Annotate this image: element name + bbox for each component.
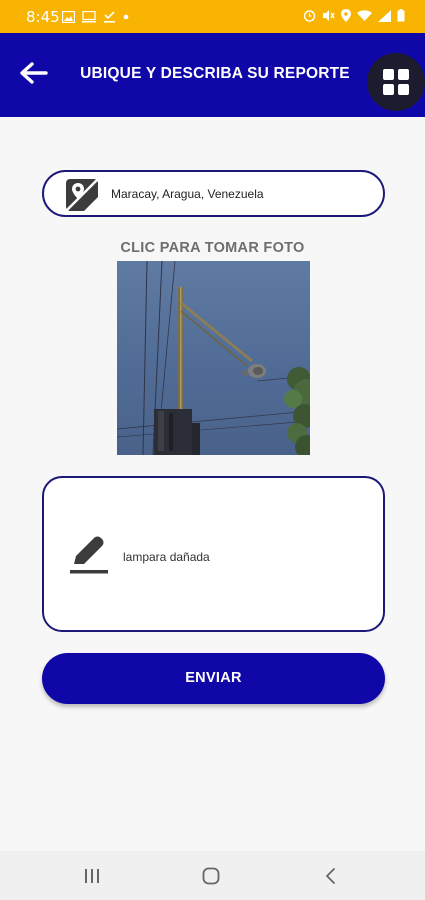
menu-button[interactable] xyxy=(367,53,425,111)
signal-icon xyxy=(378,9,391,22)
back-button[interactable] xyxy=(18,61,50,89)
status-left-icons xyxy=(62,10,129,23)
back-nav-icon xyxy=(326,868,335,884)
image-icon xyxy=(62,10,75,23)
system-nav-bar xyxy=(0,851,425,900)
location-icon xyxy=(341,9,351,22)
grid-icon xyxy=(383,69,409,95)
take-photo-label[interactable]: CLIC PARA TOMAR FOTO xyxy=(0,240,425,256)
report-photo[interactable] xyxy=(117,261,310,455)
arrow-left-icon xyxy=(20,62,48,84)
mute-icon xyxy=(323,10,335,21)
dot-icon xyxy=(123,14,129,19)
pencil-icon xyxy=(70,536,108,574)
wifi-icon xyxy=(357,9,372,21)
location-field[interactable]: Maracay, Aragua, Venezuela xyxy=(42,170,385,217)
description-value: lampara dañada xyxy=(123,550,210,564)
recents-icon xyxy=(85,869,99,883)
battery-icon xyxy=(397,9,405,22)
home-button[interactable] xyxy=(191,863,231,889)
status-time: 8:45 xyxy=(26,8,60,26)
app-header: UBIQUE Y DESCRIBA SU REPORTE xyxy=(0,33,425,117)
back-nav-button[interactable] xyxy=(310,863,350,889)
status-right-icons xyxy=(303,9,405,22)
home-icon xyxy=(202,867,220,885)
status-bar: 8:45 xyxy=(0,0,425,33)
alarm-icon xyxy=(303,10,316,22)
download-done-icon xyxy=(104,11,115,23)
monitor-icon xyxy=(82,10,96,22)
map-location-icon xyxy=(66,179,98,211)
location-value: Maracay, Aragua, Venezuela xyxy=(111,187,264,201)
description-field[interactable]: lampara dañada xyxy=(42,476,385,632)
submit-button[interactable]: ENVIAR xyxy=(42,653,385,704)
street-lamp-photo xyxy=(117,261,310,455)
page-title: UBIQUE Y DESCRIBA SU REPORTE xyxy=(80,65,350,82)
recents-button[interactable] xyxy=(72,863,112,889)
